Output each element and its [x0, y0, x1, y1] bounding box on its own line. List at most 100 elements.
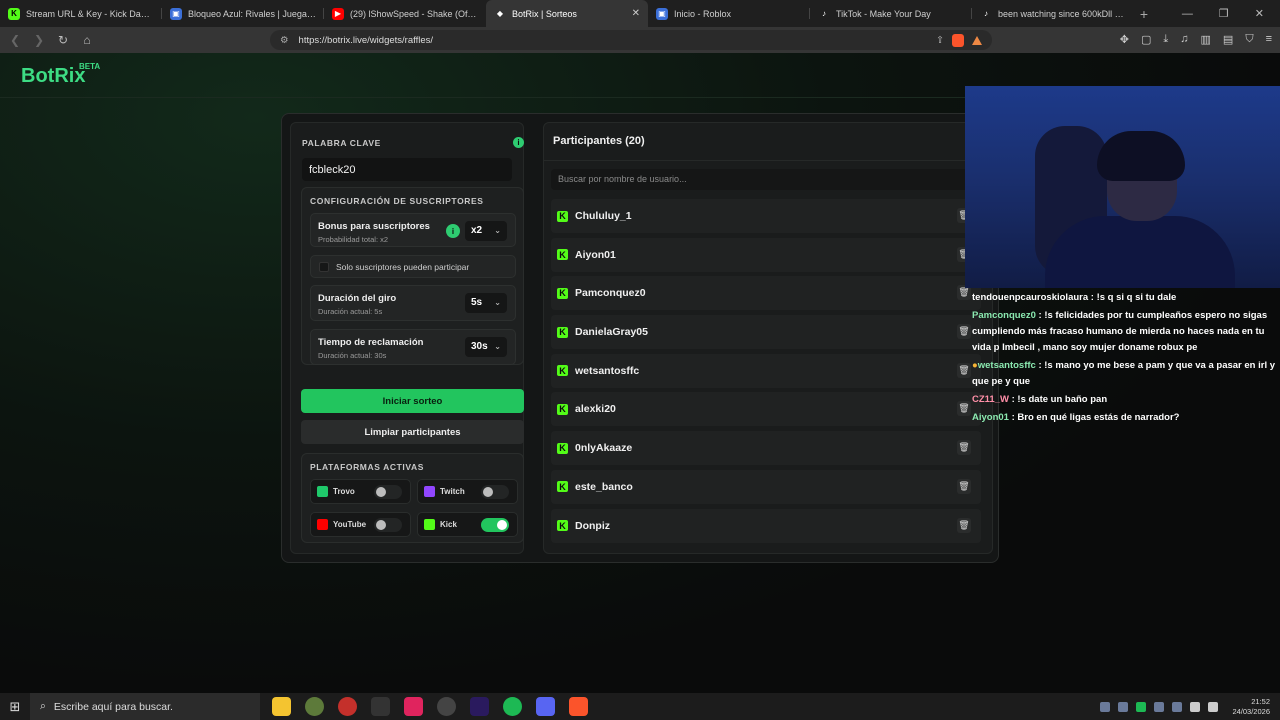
tray-icon[interactable] [1118, 701, 1129, 712]
minimize-icon[interactable]: — [1182, 8, 1193, 20]
bonus-row: Bonus para suscriptores Probabilidad tot… [310, 213, 516, 247]
platform-kick: Kick [417, 512, 518, 537]
claim-time-select[interactable]: 30s ⌄ [465, 337, 507, 357]
file-explorer-icon[interactable] [272, 697, 291, 716]
tray-icon[interactable] [1100, 701, 1111, 712]
participant-row: K Donpiz 🗑 [551, 508, 981, 543]
tray-icon[interactable] [1136, 701, 1147, 712]
participant-search-input[interactable]: Buscar por nombre de usuario... [551, 169, 991, 190]
new-tab-icon[interactable]: + [1134, 0, 1154, 27]
close-tab-icon[interactable]: ✕ [632, 8, 640, 19]
brave-shields-icon[interactable] [952, 33, 964, 47]
taskbar: ⊞ ⌕ Escribe aquí para buscar. 21:52 24/03/… [0, 693, 1280, 720]
extensions-icon[interactable]: ✥ [1120, 33, 1129, 46]
vpn-icon[interactable]: ⛉ [1245, 33, 1253, 46]
network-icon[interactable] [1190, 701, 1201, 712]
browser-tab[interactable]: ▣Bloqueo Azul: Rivales | Juega en Rob [162, 0, 324, 27]
participant-row: K Pamconquez0 🗑 [551, 276, 981, 311]
system-tray: 21:52 24/03/2026 [1100, 697, 1280, 717]
participant-row: Keste_banco 🗑 [551, 469, 981, 504]
menu-icon[interactable]: ≡ [1266, 33, 1272, 46]
obs-icon[interactable] [437, 697, 456, 716]
start-raffle-button[interactable]: Iniciar sorteo [301, 389, 524, 413]
screenshot-icon[interactable]: ▢ [1141, 33, 1151, 46]
reload-icon[interactable]: ↻ [56, 33, 70, 47]
brave-rewards-icon[interactable] [972, 35, 982, 45]
address-bar[interactable]: ⚙ https://botrix.live/widgets/raffles/ ⇪ [270, 30, 992, 50]
back-icon[interactable]: ❮ [8, 33, 22, 47]
browser-tab[interactable]: KStream URL & Key - Kick Dashboard [0, 0, 162, 27]
site-info-icon[interactable]: ⚙ [280, 35, 289, 46]
kick-toggle[interactable] [481, 518, 509, 532]
close-window-icon[interactable]: ✕ [1255, 7, 1264, 20]
home-icon[interactable]: ⌂ [80, 33, 94, 47]
volume-icon[interactable] [1208, 701, 1219, 712]
browser-tab[interactable]: ▣ Inicio - Roblox [648, 0, 810, 27]
trash-icon[interactable]: 🗑 [957, 478, 971, 494]
keyword-label: PALABRA CLAVE [302, 138, 381, 148]
forward-icon[interactable]: ❯ [32, 33, 46, 47]
platform-twitch: Twitch [417, 479, 518, 504]
roblox-icon: ▣ [656, 7, 668, 20]
app-icon[interactable] [305, 697, 324, 716]
trash-icon[interactable]: 🗑 [957, 517, 971, 533]
epic-games-icon[interactable] [371, 697, 390, 716]
brave-icon[interactable] [569, 697, 588, 716]
browser-tab-active[interactable]: ◆ BotRix | Sorteos ✕ [486, 0, 648, 27]
youtube-app-icon[interactable] [338, 697, 357, 716]
botrix-logo[interactable]: BotRix BETA [21, 62, 100, 88]
participants-title: Participantes (20) [553, 135, 645, 147]
subs-config-title: CONFIGURACIÓN DE SUSCRIPTORES [310, 196, 484, 206]
participant-row: K 0nlyAkaaze 🗑 [551, 431, 981, 466]
premiere-icon[interactable] [470, 697, 489, 716]
browser-tab[interactable]: ♪ TikTok - Make Your Day [810, 0, 972, 27]
youtube-toggle[interactable] [374, 518, 402, 532]
chat-message: Aiyon01 : Bro en qué ligas estás de narr… [972, 412, 1180, 423]
bonus-select[interactable]: x2 ⌄ [465, 221, 507, 241]
subscriber-config: CONFIGURACIÓN DE SUSCRIPTORES Bonus para… [301, 187, 524, 365]
trash-icon[interactable]: 🗑 [957, 440, 971, 456]
active-platforms: PLATAFORMAS ACTIVAS Trovo Twitch YouTube [301, 453, 524, 543]
webcam-overlay [965, 86, 1280, 288]
windows-start-icon[interactable]: ⊞ [0, 699, 30, 715]
chevron-down-icon: ⌄ [494, 226, 501, 235]
streamer-hair [1097, 131, 1185, 181]
streamer-body [1045, 216, 1235, 288]
tray-icon[interactable] [1154, 701, 1165, 712]
trovo-icon [317, 486, 328, 497]
kick-icon: K [557, 403, 568, 415]
browser-tab[interactable]: ♪been watching since 600kDll 250k s [972, 0, 1134, 27]
keyword-input[interactable]: fcbleck20 [302, 158, 512, 181]
tray-icon[interactable] [1172, 701, 1183, 712]
participants-panel: Participantes (20) Buscar por nombre de … [543, 122, 993, 554]
info-icon[interactable]: i [513, 137, 524, 148]
trovo-toggle[interactable] [374, 485, 402, 499]
share-icon[interactable]: ⇪ [936, 35, 944, 46]
platforms-title: PLATAFORMAS ACTIVAS [310, 462, 425, 472]
spotify-icon[interactable] [503, 697, 522, 716]
info-icon[interactable]: i [446, 224, 460, 238]
botrix-icon: ◆ [496, 9, 504, 18]
maximize-icon[interactable]: ❐ [1219, 7, 1229, 20]
participant-row: Kalexki20 🗑 [551, 392, 981, 427]
spin-duration-select[interactable]: 5s ⌄ [465, 293, 507, 313]
platform-youtube: YouTube [310, 512, 411, 537]
twitch-toggle[interactable] [481, 485, 509, 499]
subs-only-checkbox[interactable] [319, 262, 329, 272]
chat-message: Pamconquez0 : !s felicidades por tu cump… [972, 310, 1268, 353]
browser-tab[interactable]: ▶ (29) lShowSpeed - Shake (Officia [324, 0, 486, 27]
downloads-icon[interactable]: ⤓ [1163, 33, 1168, 46]
participant-row: K Aiyon01 🗑 [551, 237, 981, 272]
kick-icon [424, 519, 435, 530]
clock[interactable]: 21:52 24/03/2026 [1232, 697, 1270, 717]
chevron-down-icon: ⌄ [494, 342, 501, 351]
taskbar-search[interactable]: ⌕ Escribe aquí para buscar. [30, 693, 260, 720]
clear-participants-button[interactable]: Limpiar participantes [301, 420, 524, 444]
sidebar-icon[interactable]: ▥ [1201, 33, 1211, 46]
subs-only-row[interactable]: Solo suscriptores pueden participar [310, 255, 516, 278]
wallet-icon[interactable]: ▤ [1223, 33, 1233, 46]
tiktok-app-icon[interactable] [404, 697, 423, 716]
participants-header: Participantes (20) [544, 123, 992, 161]
media-icon[interactable]: ♫ [1180, 33, 1188, 46]
discord-icon[interactable] [536, 697, 555, 716]
